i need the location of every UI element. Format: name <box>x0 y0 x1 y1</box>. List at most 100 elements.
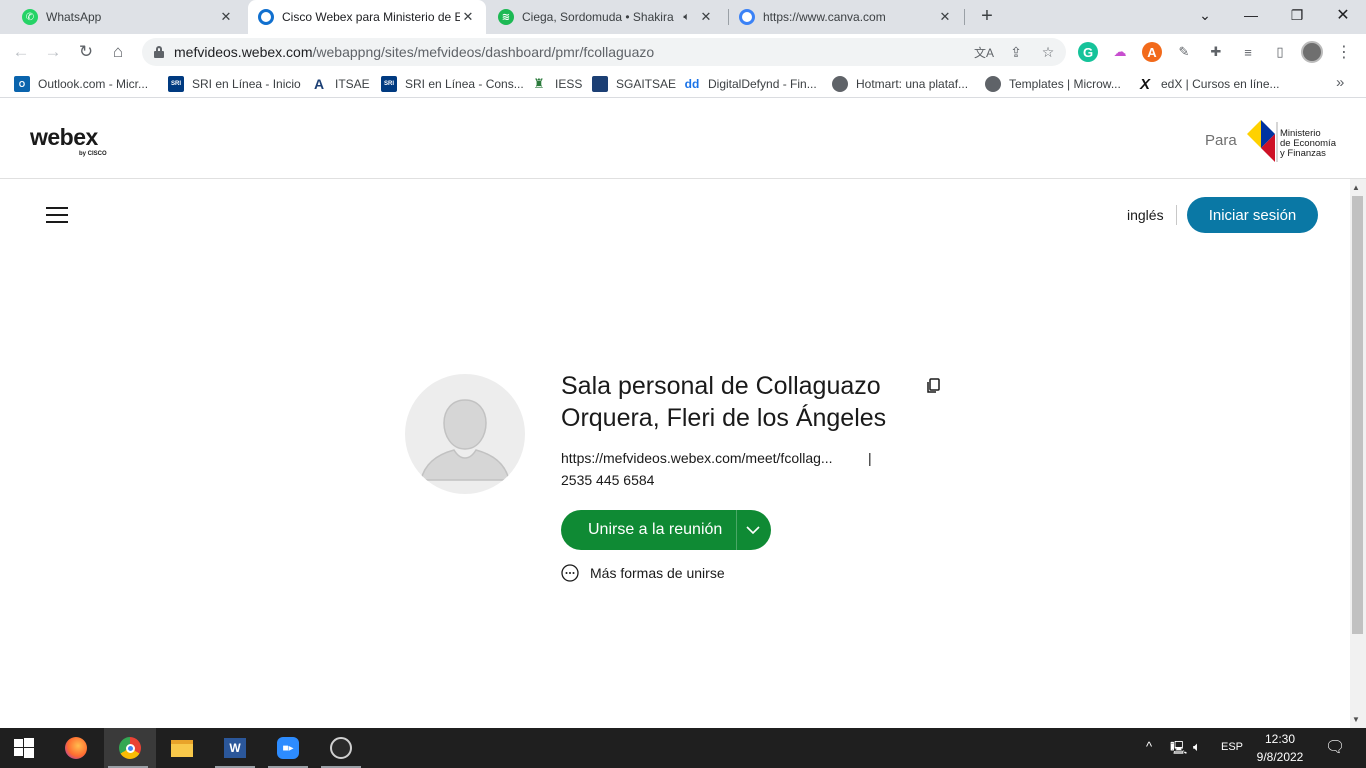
more-bookmarks-icon[interactable]: » <box>1336 74 1344 91</box>
chrome-menu-icon[interactable]: ⋮ <box>1334 42 1354 62</box>
speaker-icon[interactable]: 🔈︎ <box>683 11 690 24</box>
close-tab-icon[interactable]: ✕ <box>460 9 476 25</box>
sgaitsae-icon <box>592 76 608 92</box>
join-meeting-label: Unirse a la reunión <box>588 521 723 538</box>
close-window-button[interactable]: ✕ <box>1320 0 1366 30</box>
tab-title: https://www.canva.com <box>763 10 886 24</box>
more-ways-label: Más formas de unirse <box>590 565 725 581</box>
reload-button[interactable]: ↻ <box>73 40 99 64</box>
tab-whatsapp[interactable]: ✆ WhatsApp ✕ <box>12 0 244 34</box>
bookmark-label: SRI en Línea - Inicio <box>192 77 301 91</box>
bookmark-templates[interactable]: Templates | Microw... <box>985 75 1121 93</box>
browser-toolbar: ← → ↻ ⌂ mefvideos.webex.com/webappng/sit… <box>0 34 1366 70</box>
firefox-icon <box>65 737 87 759</box>
org-name: Ministerio de Economía y Finanzas <box>1280 128 1336 159</box>
media-control-icon[interactable]: ≡ <box>1238 42 1258 62</box>
para-label: Para <box>1205 132 1237 149</box>
minimize-button[interactable]: — <box>1228 0 1274 30</box>
close-tab-icon[interactable]: ✕ <box>218 9 234 25</box>
notifications-icon[interactable]: 🗨︎ <box>1325 737 1345 757</box>
network-icon[interactable]: 🖳︎ <box>1170 739 1187 761</box>
show-hidden-icons[interactable]: ^ <box>1146 739 1152 754</box>
address-bar[interactable]: mefvideos.webex.com/webappng/sites/mefvi… <box>142 38 1066 66</box>
back-button[interactable]: ← <box>8 40 34 64</box>
extension-a-icon[interactable]: A <box>1142 42 1162 62</box>
user-silhouette-icon <box>420 399 510 481</box>
scrollbar-thumb[interactable] <box>1352 196 1363 634</box>
taskbar-firefox[interactable] <box>52 728 100 768</box>
taskbar-obs[interactable] <box>317 728 365 768</box>
clock-date[interactable]: 9/8/2022 <box>1250 750 1310 764</box>
bookmark-star-icon[interactable]: ☆ <box>1038 42 1058 62</box>
taskbar-zoom[interactable]: ■▸ <box>264 728 312 768</box>
more-ways-to-join[interactable]: Más formas de unirse <box>561 563 725 583</box>
word-icon: W <box>224 738 246 758</box>
taskbar-chrome[interactable] <box>104 728 156 768</box>
tab-separator <box>964 9 965 25</box>
extensions-puzzle-icon[interactable]: ✚ <box>1206 42 1226 62</box>
bookmark-outlook[interactable]: O Outlook.com - Micr... <box>14 75 148 93</box>
bookmark-itsae[interactable]: A ITSAE <box>311 75 370 93</box>
join-meeting-button[interactable]: Unirse a la reunión <box>561 510 771 550</box>
globe-icon <box>832 76 848 92</box>
webex-logo[interactable]: webex <box>30 124 98 151</box>
extension-cloud-icon[interactable]: ☁ <box>1110 42 1130 62</box>
more-options-icon <box>561 564 579 582</box>
spotify-icon: ≋ <box>498 9 514 25</box>
bookmark-iess[interactable]: ♜ IESS <box>531 75 582 93</box>
bookmark-sri-cons[interactable]: SRI SRI en Línea - Cons... <box>381 75 524 93</box>
bookmark-label: SGAITSAE <box>616 77 677 91</box>
tab-spotify[interactable]: ≋ Ciega, Sordomuda • Shakira 🔈︎ ✕ <box>488 0 724 34</box>
bookmark-edx[interactable]: X edX | Cursos en líne... <box>1137 75 1280 93</box>
home-button[interactable]: ⌂ <box>105 40 131 64</box>
grammarly-icon[interactable]: G <box>1078 42 1098 62</box>
chrome-icon <box>119 737 141 759</box>
bookmark-sgaitsae[interactable]: SGAITSAE <box>592 75 676 93</box>
lock-icon[interactable] <box>154 46 164 58</box>
new-tab-button[interactable]: + <box>977 5 997 27</box>
clock-time[interactable]: 12:30 <box>1256 732 1304 746</box>
bookmark-sri-inicio[interactable]: SRI SRI en Línea - Inicio <box>168 75 301 93</box>
close-tab-icon[interactable]: ✕ <box>698 9 714 25</box>
cisco-byline: by CISCO <box>79 151 107 157</box>
language-link[interactable]: inglés <box>1127 207 1164 223</box>
webex-icon <box>258 9 274 25</box>
divider <box>736 510 737 550</box>
close-tab-icon[interactable]: ✕ <box>937 9 953 25</box>
tab-title: Ciega, Sordomuda • Shakira <box>522 10 674 24</box>
tab-strip: ✆ WhatsApp ✕ Cisco Webex para Ministerio… <box>0 0 1366 34</box>
outlook-icon: O <box>14 76 30 92</box>
translate-icon[interactable]: 文A <box>974 42 994 62</box>
volume-icon[interactable]: 🔈︎ <box>1193 739 1201 755</box>
scroll-down-icon[interactable]: ▼ <box>1352 715 1360 724</box>
signin-button[interactable]: Iniciar sesión <box>1187 197 1318 233</box>
copy-icon[interactable] <box>926 378 940 394</box>
profile-avatar[interactable] <box>1301 41 1323 63</box>
bookmark-label: Templates | Microw... <box>1009 77 1121 91</box>
bookmark-digitaldefynd[interactable]: dd DigitalDefynd - Fin... <box>684 75 817 93</box>
meeting-number[interactable]: 2535 445 6584 <box>561 472 654 488</box>
itsae-icon: A <box>311 76 327 92</box>
tab-webex[interactable]: Cisco Webex para Ministerio de E ✕ <box>248 0 486 34</box>
url-path: /webappng/sites/mefvideos/dashboard/pmr/… <box>312 44 655 60</box>
taskbar-file-explorer[interactable] <box>158 728 206 768</box>
bookmark-label: edX | Cursos en líne... <box>1161 77 1280 91</box>
tab-title: WhatsApp <box>46 10 102 24</box>
forward-button[interactable]: → <box>40 40 66 64</box>
scroll-up-icon[interactable]: ▲ <box>1352 183 1360 192</box>
restore-button[interactable]: ❐ <box>1274 0 1320 30</box>
whatsapp-icon: ✆ <box>22 9 38 25</box>
side-panel-icon[interactable]: ▯ <box>1270 42 1290 62</box>
chevron-down-icon[interactable] <box>745 522 761 538</box>
bookmark-hotmart[interactable]: Hotmart: una plataf... <box>832 75 968 93</box>
input-language[interactable]: ESP <box>1221 741 1243 753</box>
tab-search-button[interactable]: ⌄ <box>1182 0 1228 30</box>
taskbar-word[interactable]: W <box>211 728 259 768</box>
divider <box>1176 205 1177 225</box>
tab-canva[interactable]: https://www.canva.com ✕ <box>729 0 963 34</box>
menu-icon[interactable] <box>46 205 70 225</box>
extension-pen-icon[interactable]: ✎ <box>1174 42 1194 62</box>
share-icon[interactable]: ⇪ <box>1006 42 1026 62</box>
start-button[interactable] <box>0 728 48 768</box>
meeting-link[interactable]: https://mefvideos.webex.com/meet/fcollag… <box>561 450 833 466</box>
